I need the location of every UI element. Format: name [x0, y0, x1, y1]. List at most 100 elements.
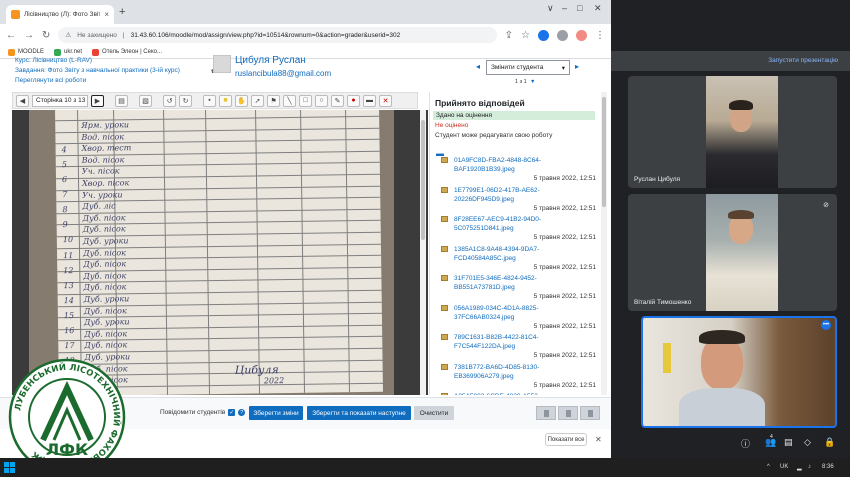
forward-icon[interactable]: →	[24, 30, 34, 41]
close-window-button[interactable]: ✕	[594, 3, 602, 14]
notify-students[interactable]: Повідомити студентів ✓ ?	[160, 409, 246, 416]
activities-icon[interactable]: ◇	[804, 437, 811, 448]
filter-icon[interactable]: ▼	[530, 79, 535, 85]
close-downloads-icon[interactable]: ✕	[595, 435, 602, 444]
comment-color-icon[interactable]: ■	[219, 94, 232, 107]
delete-icon[interactable]: ✕	[379, 94, 392, 107]
course-link[interactable]: Курс: Лісівництво (L-RAV)	[15, 57, 92, 64]
rotate-left-icon[interactable]: ↺	[163, 94, 176, 107]
comment-icon[interactable]: ▪	[203, 94, 216, 107]
clock[interactable]: 8:36	[822, 464, 834, 470]
close-tab-icon[interactable]: ×	[104, 10, 109, 19]
save-next-button[interactable]: Зберегти та показати наступне	[307, 406, 411, 420]
list-item[interactable]: A85A5082-6CDE-4820-A553	[441, 392, 601, 395]
share-icon[interactable]: ⇪	[505, 30, 513, 41]
list-item[interactable]: 789C1631-B82B-4422-81C4-F7C544F122DA.jpe…	[441, 333, 601, 363]
search-comments-icon[interactable]: ▤	[115, 94, 128, 107]
change-student-select[interactable]: Змінити студента ▾	[486, 60, 570, 75]
windows-start-icon[interactable]	[4, 462, 15, 473]
next-student-icon[interactable]: ▸	[575, 62, 579, 71]
start-presentation-link[interactable]: Запустити презентацію	[768, 57, 838, 64]
stamp-icon[interactable]: ⚑	[267, 94, 280, 107]
network-icon[interactable]: ▂	[797, 464, 802, 471]
puzzle-icon[interactable]	[557, 29, 568, 41]
file-link[interactable]: 7381B772-BA6D-4D85-8130-EB369906A279.jpe…	[454, 363, 564, 381]
prev-page-button[interactable]: ◀	[16, 94, 29, 107]
list-item[interactable]: 01A9FC8D-FBA2-4848-8C64-BAF1920B1B39.jpe…	[441, 156, 601, 186]
highlight-icon[interactable]: ▬	[363, 94, 376, 107]
clear-button[interactable]: Очистити	[414, 406, 454, 420]
bookmark-eleon[interactable]: Отель Элеон | Секо...	[92, 48, 162, 56]
document-scrollbar[interactable]	[420, 110, 426, 395]
line-icon[interactable]: ╲	[283, 94, 296, 107]
more-options-icon[interactable]: •••	[821, 320, 831, 330]
file-link[interactable]: 8F28EE67-AEC9-41B2-94D0-5C075251D841.jpe…	[454, 215, 564, 233]
extension-icon[interactable]	[538, 29, 549, 41]
lock-icon[interactable]: 🔒	[824, 437, 835, 448]
participant-tile-1[interactable]: Руслан Цибуля	[628, 76, 837, 188]
menu-icon[interactable]: ⋮	[595, 30, 605, 41]
image-file-icon	[441, 157, 448, 163]
file-link[interactable]: 31F701E5-346E-4824-9452-BB551A73781D.jpe…	[454, 274, 564, 292]
hand-icon[interactable]: ✋	[235, 94, 248, 107]
star-icon[interactable]: ☆	[521, 30, 530, 41]
ink-color-icon[interactable]: ●	[347, 94, 360, 107]
file-link[interactable]: 1E7799E1-06D2-417B-AE62-20226DF945D9.jpe…	[454, 186, 564, 204]
reload-icon[interactable]: ↻	[42, 30, 50, 41]
language-indicator[interactable]: UK	[780, 464, 788, 470]
list-item[interactable]: 1385A1C8-9A48-4394-9DA7-FCD40584A85C.jpe…	[441, 245, 601, 275]
info-icon[interactable]: ⓘ	[741, 437, 750, 450]
pen-icon[interactable]: ✎	[331, 94, 344, 107]
chat-icon[interactable]: ▤	[784, 437, 793, 448]
rectangle-icon[interactable]: □	[299, 94, 312, 107]
bookmark-moodle[interactable]: MOODLE	[8, 48, 44, 56]
maximize-button[interactable]: □	[577, 3, 582, 13]
file-link[interactable]: 1385A1C8-9A48-4394-9DA7-FCD40584A85C.jpe…	[454, 245, 564, 263]
signature: Цибуля	[234, 363, 279, 377]
show-all-button[interactable]: Показати все	[545, 433, 587, 446]
scroll-thumb[interactable]	[421, 120, 425, 240]
tab-search-icon[interactable]: ∨	[547, 3, 554, 14]
oval-icon[interactable]: ○	[315, 94, 328, 107]
rotate-right-icon[interactable]: ↻	[179, 94, 192, 107]
file-link[interactable]: 789C1631-B82B-4422-81C4-F7C544F122DA.jpe…	[454, 333, 564, 351]
student-email[interactable]: ruslancibula88@gmail.com	[235, 69, 331, 78]
list-item[interactable]: 056A1989-034C-4D1A-8825-37FC66AB0324.jpe…	[441, 304, 601, 334]
handwritten-cell: Дуб. уроки	[83, 317, 130, 328]
file-link[interactable]: A85A5082-6CDE-4820-A553	[454, 392, 564, 395]
file-link[interactable]: 056A1989-034C-4D1A-8825-37FC66AB0324.jpe…	[454, 304, 564, 322]
page-select[interactable]: Сторінка 10 з 13	[32, 94, 88, 107]
list-item[interactable]: 1E7799E1-06D2-417B-AE62-20226DF945D9.jpe…	[441, 186, 601, 216]
prev-student-icon[interactable]: ◂	[476, 62, 480, 71]
volume-icon[interactable]: ♪	[808, 464, 811, 470]
save-button[interactable]: Зберегти зміни	[249, 406, 303, 420]
student-name[interactable]: Цибуля Руслан	[235, 55, 306, 66]
select-icon[interactable]: ➚	[251, 94, 264, 107]
list-item[interactable]: 8F28EE67-AEC9-41B2-94D0-5C075251D841.jpe…	[441, 215, 601, 245]
browser-tab[interactable]: Лісівництво (Л): Фото Звіту з н ×	[6, 5, 114, 24]
list-item[interactable]: 7381B772-BA6D-4D85-8130-EB369906A279.jpe…	[441, 363, 601, 393]
document-viewer[interactable]: Ярм. уроки Вод. пісок Хвор. тест Вод. пісок…	[12, 110, 428, 395]
participant-tile-3[interactable]: •••	[641, 316, 837, 428]
minimize-button[interactable]: –	[562, 3, 567, 13]
bookmark-ukrnet[interactable]: ukr.net	[54, 48, 82, 56]
profile-avatar[interactable]	[576, 29, 587, 41]
scroll-thumb[interactable]	[602, 97, 606, 207]
tray-arrow-icon[interactable]: ^	[767, 464, 770, 470]
assignment-link[interactable]: Завдання: Фото Звіту з навчальної практи…	[15, 67, 180, 74]
layout-both-button[interactable]	[558, 406, 578, 420]
view-all-link[interactable]: Переглянути всі роботи	[15, 77, 86, 84]
help-icon[interactable]: ?	[238, 409, 246, 416]
file-link[interactable]: 01A9FC8D-FBA2-4848-8C64-BAF1920B1B39.jpe…	[454, 156, 564, 174]
participant-tile-2[interactable]: Віталій Тимошенко ⊘	[628, 194, 837, 311]
expand-icon[interactable]: ▧	[139, 94, 152, 107]
panel-scrollbar[interactable]	[601, 92, 607, 395]
notify-checkbox[interactable]: ✓	[228, 409, 236, 416]
back-icon[interactable]: ←	[6, 30, 16, 41]
layout-collapse-review-button[interactable]	[580, 406, 600, 420]
list-item[interactable]: 31F701E5-346E-4824-9452-BB551A73781D.jpe…	[441, 274, 601, 304]
layout-collapse-grade-button[interactable]	[536, 406, 556, 420]
new-tab-button[interactable]: +	[119, 6, 125, 18]
url-field[interactable]: ⚠ Не захищено | 31.43.60.106/moodle/mod/…	[58, 27, 497, 43]
next-page-button[interactable]: ▶	[91, 94, 104, 107]
